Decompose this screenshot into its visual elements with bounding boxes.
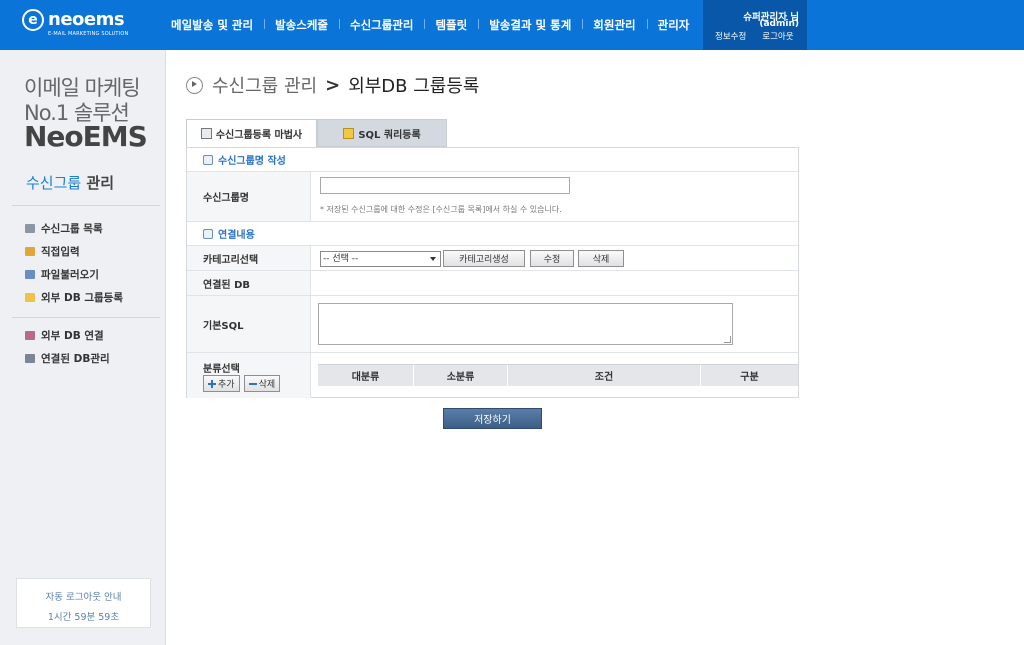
linked-db-label: 연결된 DB	[187, 271, 311, 295]
tab-bar: 수신그룹등록 마법사 SQL 쿼리등록	[186, 119, 799, 147]
auto-logout-timer: 1시간 59분 59초	[47, 612, 120, 623]
list-icon	[25, 224, 35, 233]
section-header-link: 연결내용	[187, 222, 798, 246]
category-delete-button[interactable]: 삭제	[578, 250, 624, 267]
sidebar-item-label: 파일불러오기	[41, 269, 99, 281]
logout-link[interactable]: 로그아웃	[762, 30, 793, 42]
row-group-name: 수신그룹명 * 저장된 수신그룹에 대한 수정은 [수신그룹 목록]에서 하실 …	[187, 172, 798, 222]
database-icon	[203, 228, 213, 239]
logo-text: neoems	[48, 9, 125, 30]
classification-add-button[interactable]: 추가	[203, 375, 240, 392]
database-link-icon	[25, 354, 35, 363]
column-header: 소분류	[414, 365, 508, 386]
tab-sql-query[interactable]: SQL 쿼리등록	[317, 119, 447, 147]
sidebar-item-direct-input[interactable]: 직접입력	[25, 240, 123, 263]
nav-member[interactable]: 회원관리	[582, 17, 646, 33]
section-header-group-name: 수신그룹명 작성	[187, 148, 798, 172]
nav-schedule[interactable]: 발송스케줄	[264, 17, 339, 33]
sidebar-menu-group-2: 외부 DB 연결 연결된 DB관리	[25, 324, 110, 370]
section-title: 수신그룹명 작성	[218, 156, 286, 167]
sidebar-item-group-list[interactable]: 수신그룹 목록	[25, 217, 123, 240]
database-icon	[25, 331, 35, 340]
tab-label: 수신그룹등록 마법사	[215, 130, 303, 141]
nav-admin[interactable]: 관리자	[646, 17, 701, 33]
sidebar-item-label: 외부 DB 연결	[41, 330, 104, 342]
linked-db-value	[311, 271, 798, 295]
sidebar-menu-group-1: 수신그룹 목록 직접입력 파일불러오기 외부 DB 그룹등록	[25, 217, 123, 309]
logo-subtitle: E-MAIL MARKETING SOLUTION	[48, 31, 129, 37]
group-name-input[interactable]	[320, 177, 570, 194]
sidebar-item-label: 연결된 DB관리	[41, 353, 110, 365]
sidebar-item-external-db-group[interactable]: 외부 DB 그룹등록	[25, 286, 123, 309]
edit-info-link[interactable]: 정보수정	[715, 30, 746, 42]
sidebar-item-label: 외부 DB 그룹등록	[41, 292, 123, 304]
column-header: 조건	[508, 365, 701, 386]
sidebar-section-title: 수신그룹 관리	[26, 172, 114, 193]
neoems-logo[interactable]: e neoems E-MAIL MARKETING SOLUTION	[22, 9, 142, 41]
nav-recipient-group[interactable]: 수신그룹관리	[338, 17, 424, 33]
sidebar-item-file-import[interactable]: 파일불러오기	[25, 263, 123, 286]
user-box: 슈퍼관리자 님 (admin) 정보수정 로그아웃	[703, 0, 807, 50]
sidebar-divider	[12, 205, 160, 206]
nav-template[interactable]: 템플릿	[424, 17, 478, 33]
group-name-label: 수신그룹명	[187, 172, 311, 221]
base-sql-textarea[interactable]	[318, 303, 733, 345]
row-category: 카테고리선택 -- 선택 -- 카테고리생성 수정 삭제	[187, 246, 798, 271]
plus-icon	[208, 379, 216, 388]
tab-group-wizard[interactable]: 수신그룹등록 마법사	[186, 119, 317, 147]
save-button[interactable]: 저장하기	[443, 408, 542, 429]
row-base-sql: 기본SQL	[187, 296, 798, 353]
pencil-icon	[25, 247, 35, 256]
section-title: 연결내용	[218, 230, 255, 241]
tab-label: SQL 쿼리등록	[358, 129, 421, 141]
minus-icon	[248, 380, 257, 388]
button-label: 삭제	[258, 380, 276, 390]
folder-icon	[25, 293, 35, 302]
sidebar-divider	[12, 317, 160, 318]
category-edit-button[interactable]: 수정	[530, 250, 574, 267]
nav-mail-send[interactable]: 메일발송 및 관리	[160, 17, 264, 33]
sidebar-section-title-sub: 관리	[81, 174, 115, 192]
auto-logout-title: 자동 로그아웃 안내	[45, 592, 122, 603]
button-label: 추가	[218, 380, 235, 390]
sidebar-brand: NeoEMS	[24, 120, 148, 153]
main-nav: 메일발송 및 관리 발송스케줄 수신그룹관리 템플릿 발송결과 및 통계 회원관…	[160, 0, 700, 50]
sidebar: 이메일 마케팅 No.1 솔루션 NeoEMS 수신그룹 관리 수신그룹 목록 …	[0, 50, 166, 645]
users-icon	[203, 154, 213, 165]
category-create-button[interactable]: 카테고리생성	[443, 250, 525, 267]
sidebar-item-label: 직접입력	[41, 246, 80, 258]
row-linked-db: 연결된 DB	[187, 271, 798, 296]
logo-e-icon: e	[22, 9, 44, 31]
base-sql-label: 기본SQL	[187, 296, 311, 352]
category-select[interactable]: -- 선택 --	[320, 251, 441, 267]
top-navigation-bar: e neoems E-MAIL MARKETING SOLUTION 메일발송 …	[0, 0, 1024, 50]
breadcrumb-parent[interactable]: 수신그룹 관리	[212, 72, 317, 98]
nav-results-stats[interactable]: 발송결과 및 통계	[478, 17, 582, 33]
circle-arrow-icon	[186, 76, 203, 94]
users-icon	[25, 270, 35, 279]
sidebar-item-label: 수신그룹 목록	[41, 223, 103, 235]
sql-icon	[343, 127, 355, 139]
column-header: 구분	[740, 372, 759, 383]
user-id: (admin)	[759, 19, 799, 29]
sidebar-item-linked-db-manage[interactable]: 연결된 DB관리	[25, 347, 110, 370]
page-title: 외부DB 그룹등록	[348, 76, 480, 97]
sidebar-section-title-main: 수신그룹	[26, 174, 82, 192]
wizard-icon	[200, 128, 212, 139]
breadcrumb-separator: >	[325, 74, 341, 96]
breadcrumb: 수신그룹 관리 > 외부DB 그룹등록	[186, 72, 479, 98]
group-name-hint: * 저장된 수신그룹에 대한 수정은 [수신그룹 목록]에서 하실 수 있습니다…	[320, 205, 562, 214]
sidebar-item-external-db-connect[interactable]: 외부 DB 연결	[25, 324, 110, 347]
category-label: 카테고리선택	[187, 246, 311, 270]
row-classification: 분류선택 추가 삭제 대분류 소분류 조건 구분	[187, 353, 798, 398]
classification-delete-button[interactable]: 삭제	[243, 375, 281, 392]
classification-table-header: 대분류 소분류 조건 구분	[318, 364, 798, 386]
auto-logout-notice: 자동 로그아웃 안내 1시간 59분 59초	[16, 578, 151, 628]
column-header: 대분류	[318, 365, 414, 386]
group-register-form: 수신그룹명 작성 수신그룹명 * 저장된 수신그룹에 대한 수정은 [수신그룹 …	[186, 147, 799, 398]
